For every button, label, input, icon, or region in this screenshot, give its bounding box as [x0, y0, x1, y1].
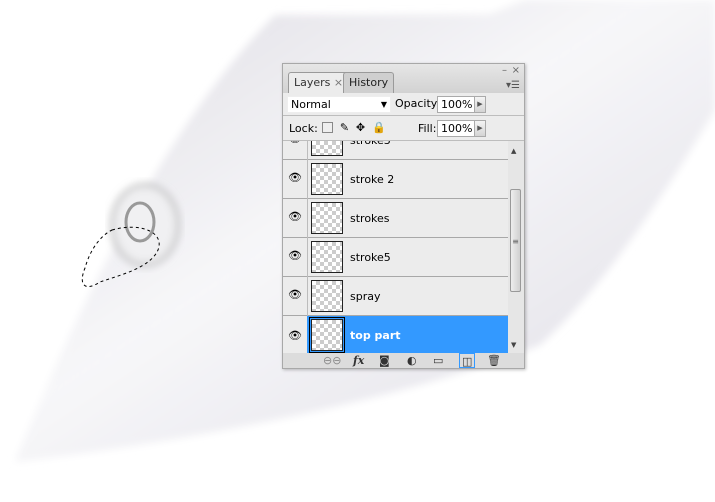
blend-row: Normal ▼ Opacity: 100% ▶	[283, 93, 524, 116]
layer-row[interactable]: 👁 spray	[283, 277, 508, 316]
new-layer-icon[interactable]: ◫	[459, 353, 476, 368]
trash-icon[interactable]: 🗑	[487, 353, 501, 368]
layer-name: strokes	[350, 212, 390, 225]
close-icon[interactable]: ×	[512, 65, 520, 76]
fx-icon[interactable]: fx	[353, 353, 364, 368]
adjustment-icon[interactable]: ◐	[407, 353, 417, 368]
opacity-input[interactable]: 100%	[437, 96, 475, 113]
panel-footer: ⊖⊖ fx ◙ ◐ ▭ ◫ 🗑	[283, 353, 524, 368]
lock-brush-icon[interactable]: ✎	[339, 122, 350, 133]
scroll-up-icon[interactable]: ▲	[511, 147, 516, 155]
eye-icon[interactable]: 👁	[286, 169, 304, 187]
lock-transparency-icon[interactable]	[322, 122, 333, 133]
blend-mode-value: Normal	[291, 98, 331, 111]
lock-move-icon[interactable]: ✥	[355, 122, 366, 133]
eye-icon[interactable]: 👁	[286, 141, 304, 148]
opacity-label: Opacity:	[395, 97, 441, 110]
panel-menu-icon[interactable]: ▾☰	[506, 80, 520, 91]
layer-thumbnail	[311, 241, 343, 273]
eye-icon[interactable]: 👁	[283, 316, 307, 353]
droplet	[110, 183, 180, 267]
minimize-icon[interactable]: –	[502, 65, 507, 76]
scroll-thumb[interactable]: ≡	[510, 189, 521, 292]
eye-icon[interactable]: 👁	[286, 286, 304, 304]
layer-thumbnail	[311, 280, 343, 312]
lock-row: Lock: ✎ ✥ 🔒 Fill: 100% ▶	[283, 116, 524, 141]
layer-row[interactable]: 👁 stroke3	[283, 141, 508, 160]
panel-tab-bar: Layers × History – × ▾☰	[283, 64, 524, 93]
layer-row[interactable]: 👁 stroke5	[283, 238, 508, 277]
layer-row-selected[interactable]: 👁 top part	[283, 316, 508, 353]
folder-icon[interactable]: ▭	[433, 353, 443, 368]
lock-label: Lock:	[289, 122, 318, 135]
layer-thumbnail	[311, 202, 343, 234]
tab-label: History	[349, 76, 389, 89]
link-icon[interactable]: ⊖⊖	[323, 353, 341, 368]
chevron-down-icon: ▼	[380, 100, 387, 109]
eye-icon[interactable]: 👁	[286, 247, 304, 265]
mask-icon[interactable]: ◙	[379, 353, 390, 368]
eye-icon[interactable]: 👁	[286, 208, 304, 226]
layer-row[interactable]: 👁 strokes	[283, 199, 508, 238]
blend-mode-select[interactable]: Normal ▼	[287, 96, 391, 113]
lock-all-icon[interactable]: 🔒	[372, 122, 386, 133]
tab-history[interactable]: History	[343, 72, 395, 93]
layers-scrollbar[interactable]: ▲ ≡ ▼	[508, 141, 524, 353]
layer-name: stroke3	[350, 141, 391, 147]
layer-name: stroke5	[350, 251, 391, 264]
fill-slider-button[interactable]: ▶	[474, 120, 486, 137]
layer-thumbnail	[311, 141, 343, 156]
fill-input[interactable]: 100%	[437, 120, 475, 137]
layers-panel: Layers × History – × ▾☰ Normal ▼ Opacity:…	[282, 63, 525, 369]
layer-thumbnail	[309, 317, 345, 353]
layer-row[interactable]: 👁 stroke 2	[283, 160, 508, 199]
layer-name: top part	[350, 329, 401, 342]
scroll-down-icon[interactable]: ▼	[511, 341, 516, 349]
fill-label: Fill:	[418, 122, 437, 135]
layer-thumbnail	[311, 163, 343, 195]
layer-name: stroke 2	[350, 173, 395, 186]
layer-name: spray	[350, 290, 381, 303]
layers-list: 👁 stroke3 👁 stroke 2 👁 strokes 👁 stroke5 👁 sp…	[283, 141, 508, 353]
tab-layers[interactable]: Layers ×	[288, 72, 350, 93]
opacity-slider-button[interactable]: ▶	[474, 96, 486, 113]
tab-close-icon[interactable]: ×	[334, 76, 343, 89]
tab-label: Layers	[294, 76, 331, 89]
